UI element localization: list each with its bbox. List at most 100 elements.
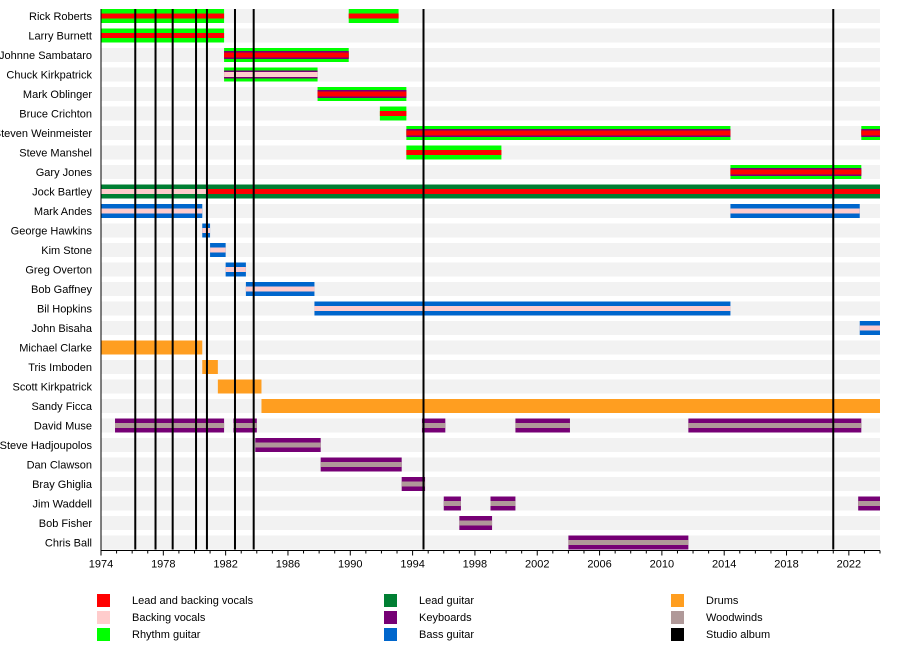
x-tick-label: 1978 xyxy=(151,559,175,571)
member-name: Chris Ball xyxy=(45,538,92,550)
x-tick-label: 1986 xyxy=(276,559,300,571)
member-labels: Rick Roberts Larry Burnett Johnne Sambatar… xyxy=(0,11,93,550)
legend-column-3: Drums Woodwinds Studio album xyxy=(671,592,770,643)
legend-label: Keyboards xyxy=(419,611,472,624)
bar-woodwinds xyxy=(459,520,493,526)
member-name: Bob Fisher xyxy=(39,518,93,530)
member-name: Larry Burnett xyxy=(28,31,92,43)
x-tick-label: 2018 xyxy=(774,559,798,571)
member-name: Gary Jones xyxy=(36,167,93,179)
x-tick-label: 2022 xyxy=(837,559,861,571)
member-name: Steve Manshel xyxy=(19,148,92,160)
bar-drums xyxy=(101,340,203,355)
bar-backing-vocals xyxy=(245,286,315,292)
x-tick-label: 2002 xyxy=(525,559,549,571)
legend-label: Woodwinds xyxy=(706,611,763,624)
bar-backing-vocals xyxy=(314,306,731,311)
legend-swatch xyxy=(384,611,397,624)
bar-lead-backing-vocals xyxy=(348,13,399,19)
member-name: Sandy Ficca xyxy=(31,401,92,413)
legend-label: Lead and backing vocals xyxy=(132,594,254,607)
bar-lead-backing-vocals xyxy=(379,111,407,116)
legend-swatch xyxy=(671,628,684,641)
row-background xyxy=(101,535,880,550)
bar-drums xyxy=(261,399,880,413)
bar-backing-vocals xyxy=(101,208,203,214)
member-name: Jock Bartley xyxy=(32,187,92,199)
legend-item-drums: Drums xyxy=(671,592,770,609)
row-background xyxy=(101,48,880,62)
x-tick-label: 2010 xyxy=(650,559,674,571)
member-name: Mark Andes xyxy=(34,206,93,218)
legend-item-keyboards: Keyboards xyxy=(384,609,474,626)
bar-drums xyxy=(202,360,218,374)
row-backgrounds xyxy=(101,9,880,550)
row-background xyxy=(101,87,880,101)
bar-backing-vocals xyxy=(101,189,207,194)
row-background xyxy=(101,321,880,335)
member-name: Bruce Crichton xyxy=(19,109,92,121)
row-background xyxy=(101,340,880,355)
member-name: Bray Ghiglia xyxy=(32,479,93,491)
member-name: Steven Weinmeister xyxy=(0,128,92,140)
legend-label: Bass guitar xyxy=(419,628,475,641)
member-name: George Hawkins xyxy=(11,226,93,238)
legend-item-woodwinds: Woodwinds xyxy=(671,609,770,626)
row-background xyxy=(101,67,880,82)
bar-woodwinds xyxy=(568,540,689,545)
member-name: David Muse xyxy=(34,421,92,433)
member-name: Steve Hadjoupolos xyxy=(0,440,92,452)
legend-label: Rhythm guitar xyxy=(132,628,201,641)
legend-item-lead-guitar: Lead guitar xyxy=(384,592,474,609)
legend-item-studio-album: Studio album xyxy=(671,626,770,643)
legend-label: Studio album xyxy=(706,628,771,641)
bar-drums xyxy=(217,379,262,394)
legend: Lead and backing vocals Backing vocals Rhy… xyxy=(0,592,900,650)
member-name: Tris Imboden xyxy=(28,362,92,374)
member-name: Rick Roberts xyxy=(29,11,92,23)
bar-lead-backing-vocals xyxy=(101,13,225,19)
bar-woodwinds xyxy=(401,481,426,487)
row-background xyxy=(101,262,880,277)
bar-woodwinds xyxy=(515,423,570,428)
bar-woodwinds xyxy=(320,462,402,467)
member-name: Mark Oblinger xyxy=(23,89,92,101)
band-timeline-chart: Rick Roberts Larry Burnett Johnne Sambatar… xyxy=(0,9,881,571)
row-background xyxy=(101,438,880,452)
bar-woodwinds xyxy=(443,501,461,506)
legend-swatch xyxy=(97,611,110,624)
bar-backing-vocals xyxy=(224,72,318,77)
bar-backing-vocals xyxy=(730,208,860,214)
legend-label: Drums xyxy=(706,594,739,607)
bar-woodwinds xyxy=(688,423,862,428)
legend-item-rhythm-guitar: Rhythm guitar xyxy=(97,626,253,643)
bar-backing-vocals xyxy=(859,325,880,331)
row-background xyxy=(101,477,880,491)
x-tick-label: 1974 xyxy=(89,559,113,571)
x-tick-label: 1998 xyxy=(463,559,487,571)
legend-item-lead-backing-vocals: Lead and backing vocals xyxy=(97,592,253,609)
member-name: John Bisaha xyxy=(31,323,92,335)
member-name: Michael Clarke xyxy=(19,343,92,355)
bar-lead-backing-vocals xyxy=(406,130,731,136)
x-tick-label: 2006 xyxy=(587,559,611,571)
x-tick-label: 1994 xyxy=(400,559,424,571)
member-name: Scott Kirkpatrick xyxy=(13,382,93,394)
bar-backing-vocals xyxy=(210,247,226,253)
x-tick-label: 1982 xyxy=(213,559,237,571)
legend-label: Lead guitar xyxy=(419,594,475,607)
legend-swatch xyxy=(671,594,684,607)
member-name: Johnne Sambataro xyxy=(0,50,92,62)
member-name: Bob Gaffney xyxy=(31,284,92,296)
bar-lead-backing-vocals xyxy=(101,33,225,38)
member-name: Greg Overton xyxy=(25,265,92,277)
bar-lead-backing-vocals xyxy=(224,52,349,58)
member-name: Chuck Kirkpatrick xyxy=(6,70,92,82)
row-background xyxy=(101,457,880,472)
legend-item-backing-vocals: Backing vocals xyxy=(97,609,253,626)
bar-woodwinds xyxy=(490,501,516,506)
legend-swatch xyxy=(384,594,397,607)
bar-woodwinds xyxy=(858,501,880,506)
row-background xyxy=(101,223,880,238)
bar-lead-backing-vocals xyxy=(317,91,407,97)
